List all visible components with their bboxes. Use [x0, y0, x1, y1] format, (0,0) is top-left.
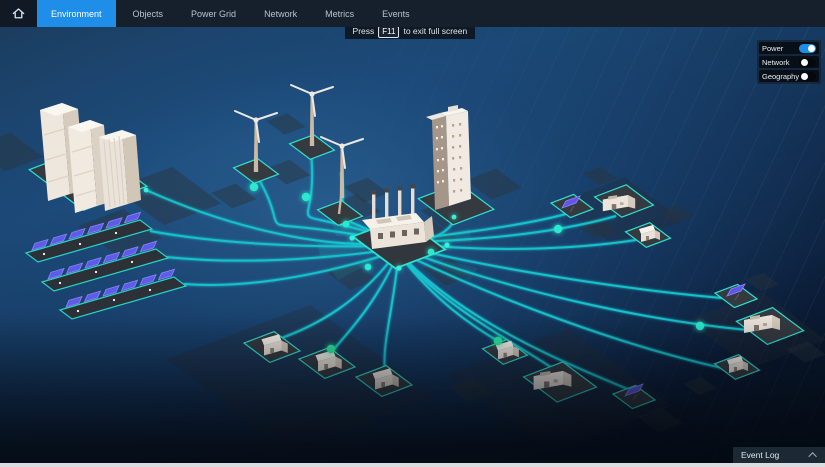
energy-particle — [493, 336, 503, 346]
grid-node — [451, 214, 457, 220]
chevron-up-icon — [808, 452, 817, 461]
power-line — [165, 249, 389, 262]
energy-particle — [301, 192, 311, 202]
toggle-label: Network — [762, 57, 790, 67]
energy-particle — [326, 344, 336, 354]
grid-node — [143, 187, 149, 193]
top-navbar: Environment Objects Power Grid Network M… — [0, 0, 825, 27]
power-toggle[interactable] — [799, 43, 816, 53]
grid-node — [396, 265, 402, 271]
tab-objects[interactable]: Objects — [122, 0, 175, 27]
solar-farm[interactable] — [24, 211, 188, 320]
tab-events[interactable]: Events — [371, 0, 421, 27]
tab-metrics[interactable]: Metrics — [314, 0, 365, 27]
toggle-row-power[interactable]: Power — [759, 42, 819, 54]
nav-tabs: Environment Objects Power Grid Network M… — [37, 0, 424, 27]
city-buildings-node[interactable] — [40, 103, 141, 213]
toggle-label: Geography — [762, 71, 800, 81]
tab-power-grid[interactable]: Power Grid — [180, 0, 247, 27]
tab-network[interactable]: Network — [253, 0, 308, 27]
window-frame-edge — [0, 463, 825, 467]
geography-toggle[interactable] — [799, 71, 817, 81]
wind-turbine-2[interactable] — [290, 84, 334, 147]
layer-toggle-panel: Power Network Geography — [757, 40, 821, 84]
energy-particle — [427, 248, 435, 256]
simulation-viewport[interactable] — [0, 0, 825, 463]
world-map — [0, 84, 825, 452]
f11-keycap: F11 — [378, 25, 400, 38]
app-window: Environment Objects Power Grid Network M… — [0, 0, 825, 467]
energy-particle — [695, 321, 705, 331]
network-toggle[interactable] — [799, 57, 816, 67]
toggle-row-network[interactable]: Network — [759, 56, 819, 68]
grid-node — [349, 235, 355, 241]
tab-environment[interactable]: Environment — [37, 0, 116, 27]
toggle-label: Power — [762, 43, 784, 53]
energy-particle — [553, 224, 563, 234]
home-button[interactable] — [0, 0, 37, 27]
energy-particle — [249, 182, 259, 192]
power-plant-node[interactable] — [362, 184, 434, 249]
grid-node — [444, 242, 450, 248]
toggle-row-geography[interactable]: Geography — [759, 70, 819, 82]
energy-particle — [342, 220, 350, 228]
home-icon — [12, 8, 25, 19]
event-log-bar[interactable]: Event Log — [733, 447, 825, 463]
event-log-label: Event Log — [741, 450, 780, 460]
energy-particle — [364, 263, 372, 271]
